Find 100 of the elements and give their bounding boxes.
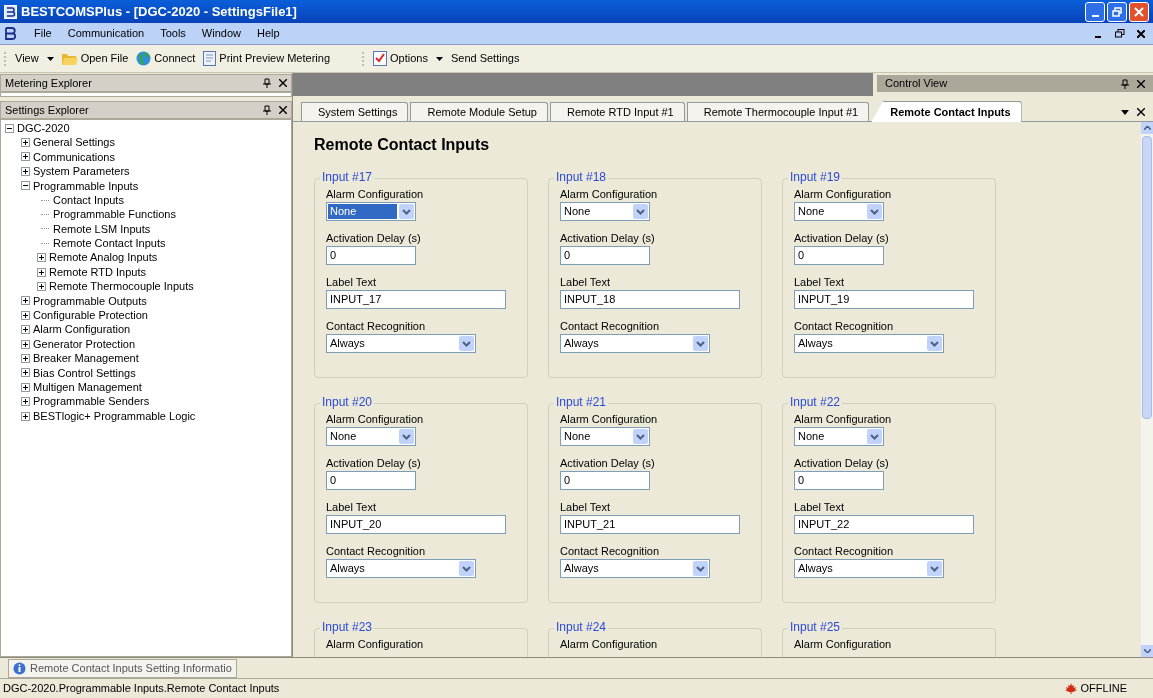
input-field[interactable]: 0 bbox=[560, 246, 650, 265]
tab[interactable]: Remote Module Setup bbox=[410, 102, 548, 121]
dropdown[interactable]: Always bbox=[560, 559, 710, 578]
field-label: Contact Recognition bbox=[560, 320, 661, 332]
group-title: Input #25 bbox=[788, 620, 843, 634]
input-field[interactable]: 0 bbox=[326, 471, 416, 490]
toolbar-button[interactable]: Connect bbox=[136, 50, 196, 67]
tree-item[interactable]: Remote Analog Inputs bbox=[49, 249, 158, 266]
field-label: Alarm Configuration bbox=[794, 188, 893, 200]
tree-item[interactable]: System Parameters bbox=[33, 163, 130, 180]
field-label: Alarm Configuration bbox=[794, 413, 893, 425]
menu-item[interactable]: File bbox=[26, 25, 60, 42]
dropdown[interactable]: Always bbox=[794, 334, 944, 353]
dropdown[interactable]: None bbox=[794, 427, 884, 446]
input-field[interactable]: INPUT_17 bbox=[326, 290, 506, 309]
dropdown[interactable]: None bbox=[794, 202, 884, 221]
field-label: Alarm Configuration bbox=[560, 188, 659, 200]
field-label: Alarm Configuration bbox=[326, 188, 425, 200]
tree-item[interactable]: Programmable Inputs bbox=[33, 177, 139, 194]
field-label: Label Text bbox=[326, 501, 377, 513]
tree-item[interactable]: Generator Protection bbox=[33, 335, 136, 353]
tree-item[interactable]: Programmable Functions bbox=[53, 206, 176, 223]
field-label: Alarm Configuration bbox=[326, 413, 425, 425]
dropdown[interactable]: None bbox=[326, 202, 416, 221]
tree-item[interactable]: Remote Thermocouple Inputs bbox=[49, 278, 194, 295]
input-field[interactable]: 0 bbox=[326, 246, 416, 265]
tree-item[interactable]: Remote LSM Inputs bbox=[53, 220, 151, 238]
toolbar-button[interactable]: View bbox=[15, 50, 39, 67]
tree-item[interactable]: Remote RTD Inputs bbox=[49, 263, 146, 281]
menu-item[interactable]: Window bbox=[193, 25, 249, 42]
field-label: Activation Delay (s) bbox=[326, 232, 422, 244]
input-field[interactable]: INPUT_19 bbox=[794, 290, 974, 309]
dropdown[interactable]: Always bbox=[794, 559, 944, 578]
dropdown[interactable]: None bbox=[560, 202, 650, 221]
tree-item[interactable]: Bias Control Settings bbox=[33, 364, 136, 382]
field-label: Contact Recognition bbox=[326, 320, 427, 332]
tree-item[interactable]: Remote Contact Inputs bbox=[53, 235, 166, 252]
tree-item[interactable]: Multigen Management bbox=[33, 379, 142, 396]
tree-item[interactable]: Breaker Management bbox=[33, 350, 139, 367]
connection-status: OFFLINE bbox=[1064, 680, 1127, 697]
input-field[interactable]: 0 bbox=[794, 471, 884, 490]
field-label: Activation Delay (s) bbox=[794, 457, 890, 469]
group-title: Input #19 bbox=[788, 170, 843, 184]
tree-item[interactable]: Programmable Senders bbox=[33, 393, 150, 410]
menu-item[interactable]: Help bbox=[248, 25, 288, 42]
input-field[interactable]: 0 bbox=[794, 246, 884, 265]
input-field[interactable]: INPUT_22 bbox=[794, 515, 974, 534]
group-title: Input #18 bbox=[554, 170, 609, 184]
field-label: Contact Recognition bbox=[326, 545, 427, 557]
dropdown[interactable]: Always bbox=[326, 334, 476, 353]
input-field[interactable]: 0 bbox=[560, 471, 650, 490]
tab[interactable]: Remote Contact Inputs bbox=[871, 101, 1022, 122]
field-label: Label Text bbox=[794, 501, 845, 513]
tree-item[interactable]: BESTlogic+ Programmable Logic bbox=[33, 407, 196, 425]
panel-title: Control View bbox=[885, 76, 948, 92]
group-title: Input #17 bbox=[320, 170, 375, 184]
tree-item[interactable]: DGC-2020 bbox=[17, 119, 70, 137]
field-label: Label Text bbox=[794, 276, 845, 288]
field-label: Label Text bbox=[326, 276, 377, 288]
dropdown[interactable]: None bbox=[560, 427, 650, 446]
tab[interactable]: Remote RTD Input #1 bbox=[549, 102, 685, 121]
dropdown[interactable]: Always bbox=[560, 334, 710, 353]
field-label: Contact Recognition bbox=[560, 545, 661, 557]
input-field[interactable]: INPUT_20 bbox=[326, 515, 506, 534]
page-title: Remote Contact Inputs bbox=[314, 135, 491, 155]
menu-item[interactable]: Communication bbox=[59, 25, 153, 42]
toolbar-button[interactable]: Print Preview Metering bbox=[203, 50, 330, 67]
input-field[interactable]: INPUT_18 bbox=[560, 290, 740, 309]
field-label: Alarm Configuration bbox=[326, 638, 425, 650]
field-label: Contact Recognition bbox=[794, 545, 895, 557]
tree-item[interactable]: Alarm Configuration bbox=[33, 321, 131, 338]
field-label: Label Text bbox=[560, 276, 611, 288]
input-field[interactable]: INPUT_21 bbox=[560, 515, 740, 534]
panel-title: Metering Explorer bbox=[5, 75, 92, 91]
dropdown[interactable]: Always bbox=[326, 559, 476, 578]
status-path: DGC-2020.Programmable Inputs.Remote Contact Inputs bbox=[3, 681, 280, 697]
field-label: Activation Delay (s) bbox=[560, 457, 656, 469]
tree-item[interactable]: Contact Inputs bbox=[53, 191, 124, 209]
tree-item[interactable]: Programmable Outputs bbox=[33, 292, 147, 310]
field-label: Contact Recognition bbox=[794, 320, 895, 332]
tree-item[interactable]: Communications bbox=[33, 148, 115, 166]
panel-title: Settings Explorer bbox=[5, 102, 89, 118]
field-label: Alarm Configuration bbox=[560, 413, 659, 425]
field-label: Activation Delay (s) bbox=[560, 232, 656, 244]
field-label: Alarm Configuration bbox=[560, 638, 659, 650]
tab[interactable]: System Settings bbox=[301, 102, 409, 121]
group-title: Input #20 bbox=[320, 395, 375, 409]
toolbar-button[interactable]: Open File bbox=[61, 50, 129, 67]
toolbar-button[interactable]: Options bbox=[373, 50, 428, 67]
toolbar-button[interactable]: Send Settings bbox=[450, 50, 520, 67]
tab[interactable]: Remote Thermocouple Input #1 bbox=[686, 102, 870, 121]
dropdown[interactable]: None bbox=[326, 427, 416, 446]
info-tab[interactable]: Remote Contact Inputs Setting Informatio bbox=[8, 658, 237, 678]
group-title: Input #22 bbox=[788, 395, 843, 409]
group-title: Input #21 bbox=[554, 395, 609, 409]
tree-item[interactable]: General Settings bbox=[33, 134, 115, 151]
tree-item[interactable]: Configurable Protection bbox=[33, 307, 148, 324]
menu-item[interactable]: Tools bbox=[152, 25, 194, 42]
group-title: Input #23 bbox=[320, 620, 375, 634]
field-label: Alarm Configuration bbox=[794, 638, 893, 650]
